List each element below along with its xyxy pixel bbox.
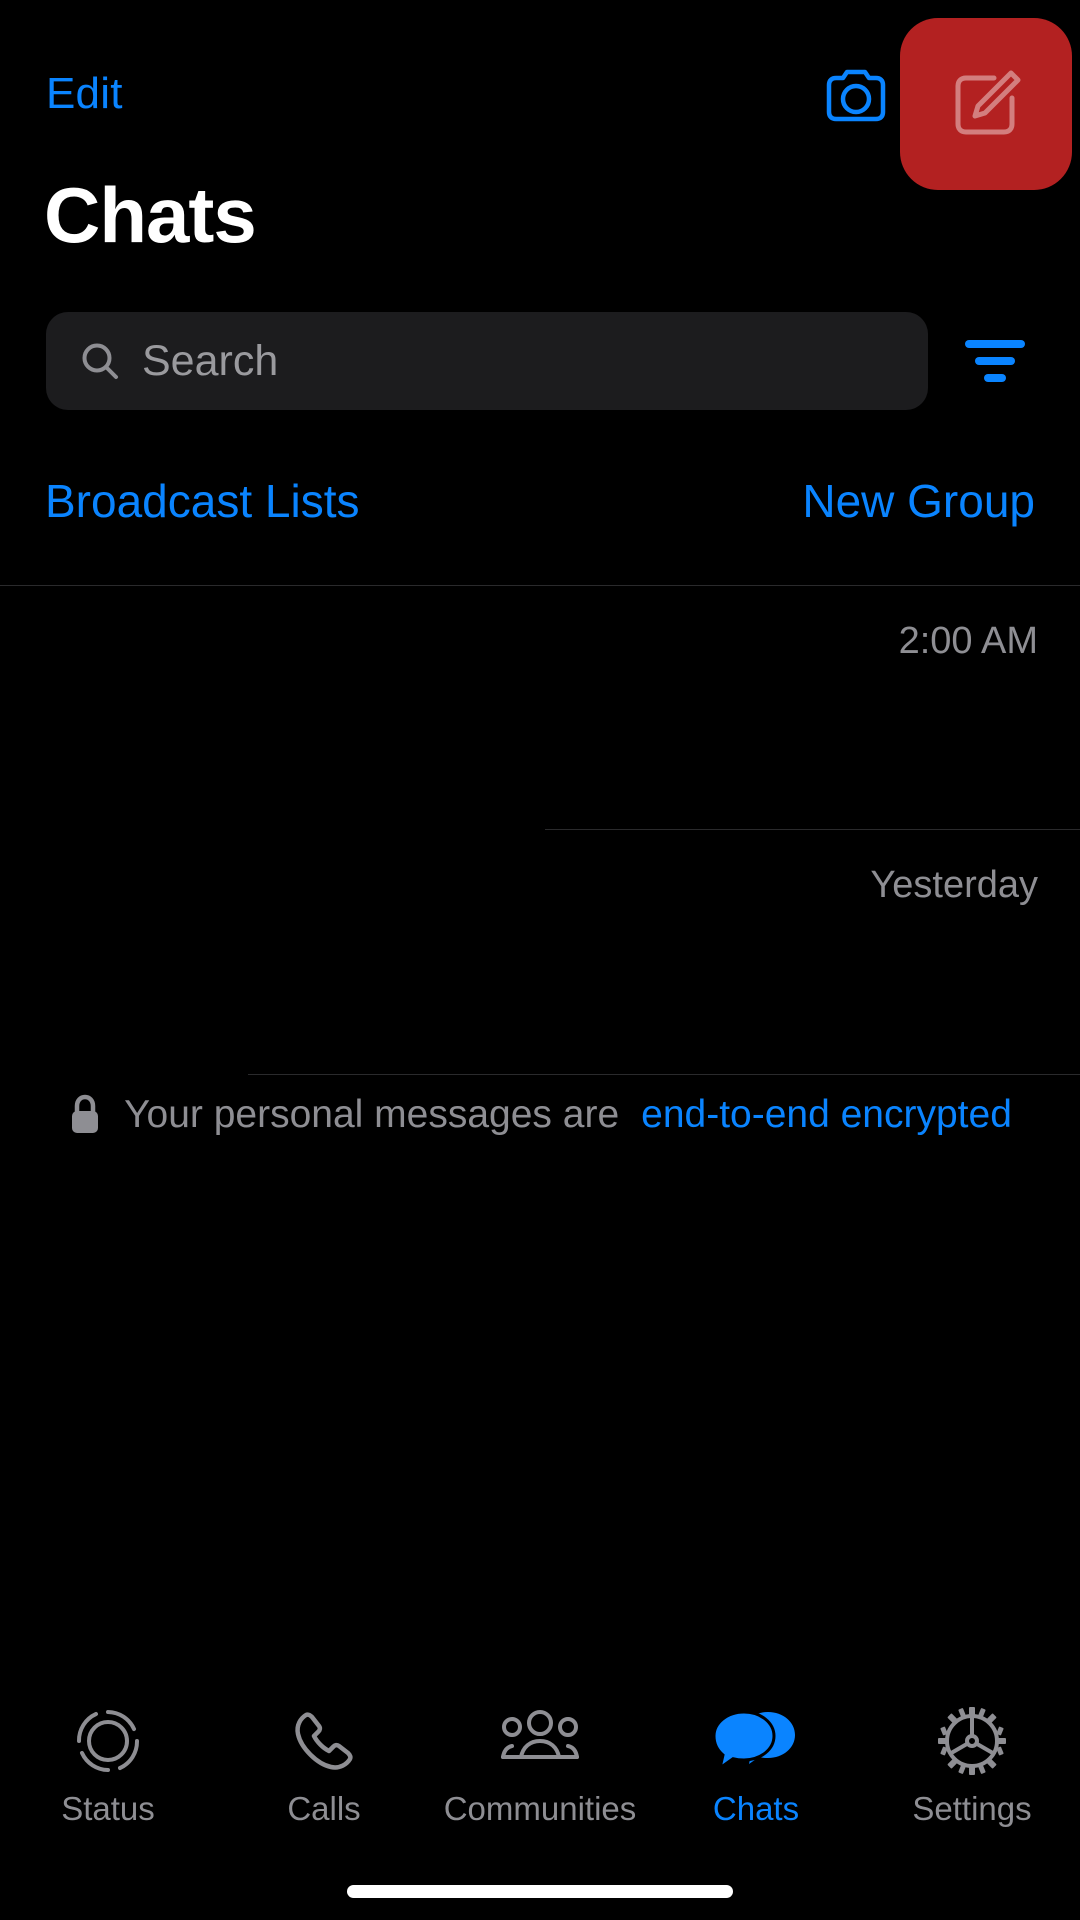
chat-list: 2:00 AM Yesterday — [0, 586, 1080, 1075]
search-row: Search — [0, 312, 1080, 412]
chat-timestamp: Yesterday — [870, 864, 1038, 906]
phone-icon — [290, 1704, 358, 1778]
broadcast-lists-button[interactable]: Broadcast Lists — [45, 478, 359, 524]
tab-label: Settings — [912, 1790, 1032, 1827]
encryption-link[interactable]: end-to-end encrypted — [641, 1093, 1012, 1137]
page-title: Chats — [44, 171, 257, 259]
divider — [248, 1074, 1080, 1075]
table-row[interactable]: 2:00 AM — [0, 586, 1080, 830]
new-chat-button-highlight[interactable] — [900, 18, 1072, 190]
home-indicator[interactable] — [347, 1885, 733, 1898]
filter-icon[interactable] — [958, 336, 1032, 386]
tab-chats[interactable]: Chats — [648, 1704, 864, 1825]
search-icon — [78, 339, 122, 383]
quick-actions-row: Broadcast Lists New Group — [0, 470, 1080, 586]
search-input[interactable]: Search — [46, 312, 928, 410]
chats-bubble-icon — [713, 1704, 799, 1778]
lock-icon — [68, 1094, 102, 1136]
tab-label: Chats — [712, 1790, 800, 1827]
gear-icon — [936, 1704, 1008, 1778]
tab-label: Communities — [443, 1790, 637, 1827]
tab-communities[interactable]: Communities — [432, 1704, 648, 1825]
encryption-notice: Your personal messages are end-to-end en… — [0, 1093, 1080, 1137]
compose-icon[interactable] — [946, 64, 1026, 144]
communities-icon — [497, 1704, 583, 1778]
filter-bar-bottom — [984, 374, 1006, 382]
table-row[interactable]: Yesterday — [0, 830, 1080, 1075]
tab-calls[interactable]: Calls — [216, 1704, 432, 1825]
filter-bar-top — [965, 340, 1025, 348]
camera-icon[interactable] — [822, 62, 890, 130]
search-placeholder: Search — [142, 336, 279, 385]
whatsapp-chats-screen: Edit Chats Search Broadcast Lists New Gr… — [0, 0, 1080, 1920]
chat-timestamp: 2:00 AM — [898, 620, 1038, 662]
status-ring-icon — [72, 1704, 144, 1778]
tab-status[interactable]: Status — [0, 1704, 216, 1825]
encryption-text: Your personal messages are — [124, 1093, 620, 1136]
filter-bar-middle — [975, 357, 1015, 365]
tab-settings[interactable]: Settings — [864, 1704, 1080, 1825]
edit-button[interactable]: Edit — [46, 72, 123, 116]
tab-label: Status — [61, 1790, 155, 1827]
new-group-button[interactable]: New Group — [802, 478, 1035, 524]
tab-label: Calls — [287, 1790, 361, 1827]
